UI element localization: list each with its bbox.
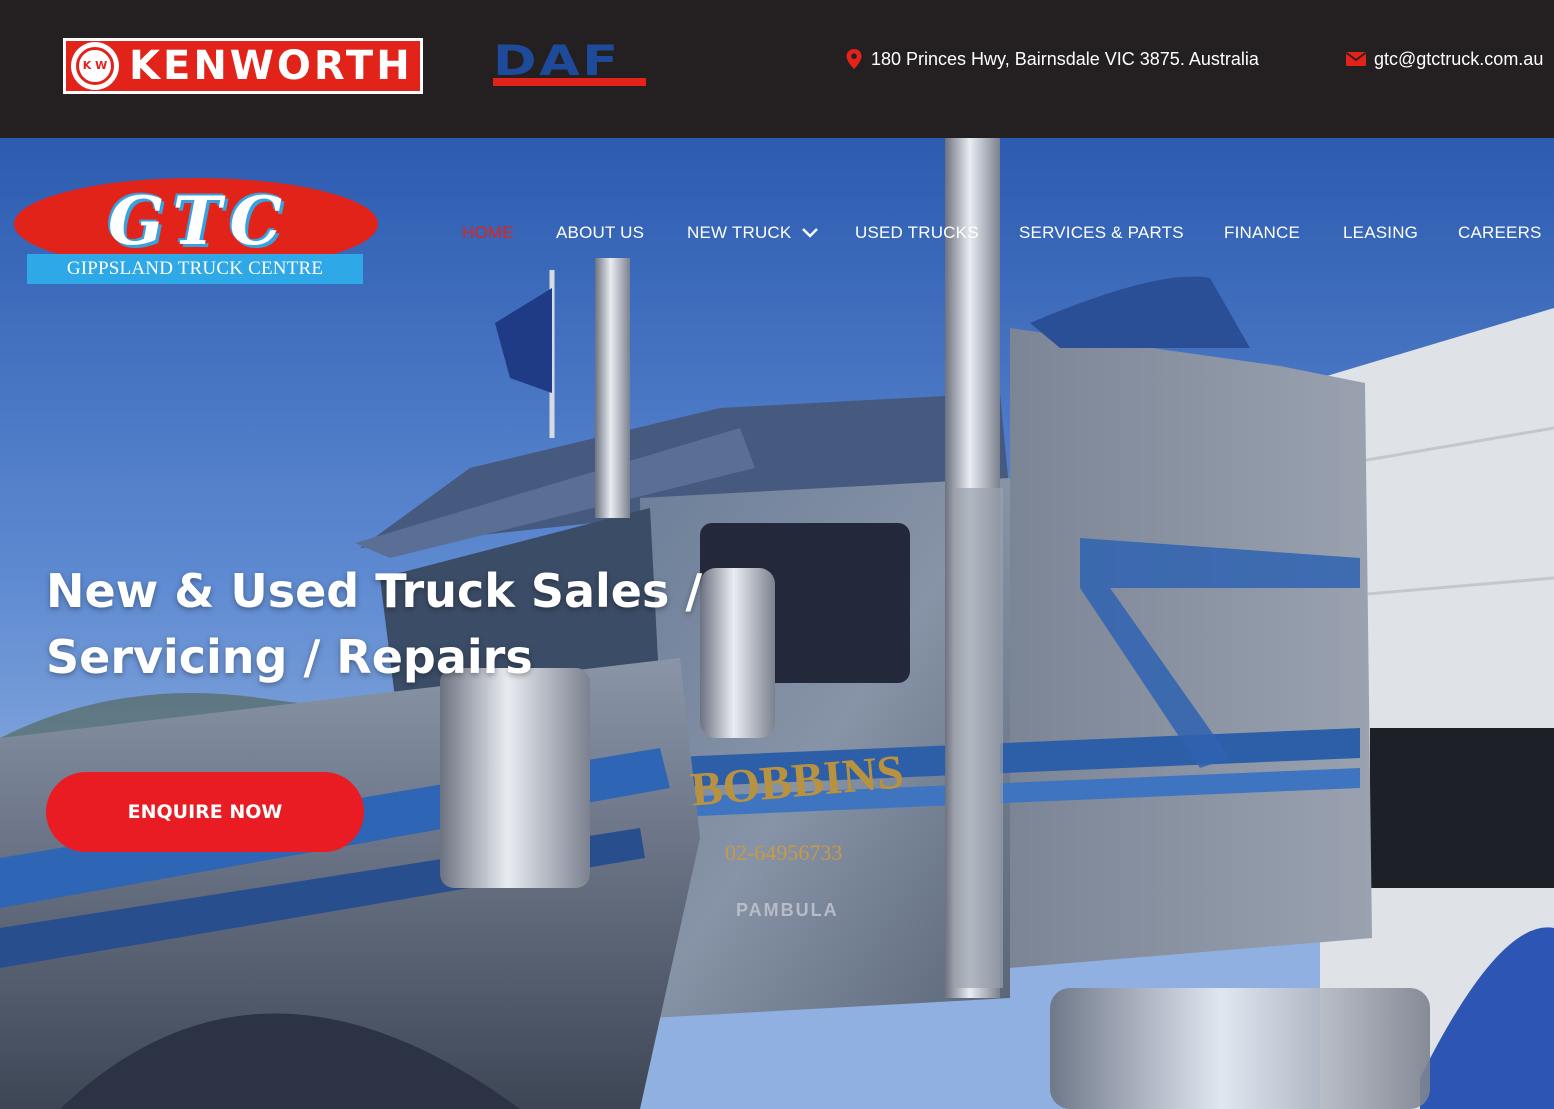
gtc-logo-letters: GTC <box>107 182 290 260</box>
kenworth-badge-icon: K W <box>71 42 119 90</box>
enquire-now-button[interactable]: ENQUIRE NOW <box>46 772 364 852</box>
map-pin-icon <box>846 49 862 69</box>
daf-logo[interactable]: DAF <box>493 40 646 88</box>
nav-used-trucks[interactable]: USED TRUCKS <box>855 222 979 244</box>
email-link[interactable]: gtc@gtctruck.com.au <box>1374 49 1543 70</box>
kenworth-logo-text: KENWORTH <box>129 43 413 89</box>
envelope-icon <box>1346 52 1366 66</box>
chevron-down-icon[interactable] <box>801 227 819 239</box>
nav-finance[interactable]: FINANCE <box>1224 222 1300 244</box>
nav-leasing[interactable]: LEASING <box>1343 222 1418 244</box>
truck-town-text: PAMBULA <box>736 900 839 920</box>
nav-new-truck[interactable]: NEW TRUCK <box>687 222 819 244</box>
truck-phone-text: 02-64956733 <box>725 840 842 865</box>
address-text: 180 Princes Hwy, Bairnsdale VIC 3875. Au… <box>871 48 1259 69</box>
top-bar: K W KENWORTH DAF 180 Princes Hwy, Bairns… <box>0 0 1554 138</box>
nav-home[interactable]: HOME <box>462 222 514 244</box>
gtc-logo[interactable]: GTC GIPPSLAND TRUCK CENTRE <box>14 178 378 284</box>
daf-logo-text: DAF <box>493 36 621 85</box>
nav-careers[interactable]: CAREERS <box>1458 222 1542 244</box>
hero-headline: New & Used Truck Sales / Servicing / Rep… <box>46 558 746 690</box>
kenworth-logo[interactable]: K W KENWORTH <box>63 38 423 94</box>
daf-logo-underline <box>493 78 646 86</box>
hero-headline-line1: New & Used Truck Sales / <box>46 564 703 618</box>
hero-headline-line2: Servicing / Repairs <box>46 630 533 684</box>
contact-address: 180 Princes Hwy, Bairnsdale VIC 3875. Au… <box>846 48 1259 70</box>
hero-section: BOBBINS 02-64956733 PAMBULA GTC GIPPSLAN… <box>0 138 1554 1109</box>
nav-about-us[interactable]: ABOUT US <box>556 222 644 244</box>
gtc-logo-name: GIPPSLAND TRUCK CENTRE <box>27 254 363 284</box>
nav-services-parts[interactable]: SERVICES & PARTS <box>1019 222 1184 244</box>
contact-email[interactable]: gtc@gtctruck.com.au <box>1346 48 1554 70</box>
nav-new-truck-label: NEW TRUCK <box>687 223 792 242</box>
